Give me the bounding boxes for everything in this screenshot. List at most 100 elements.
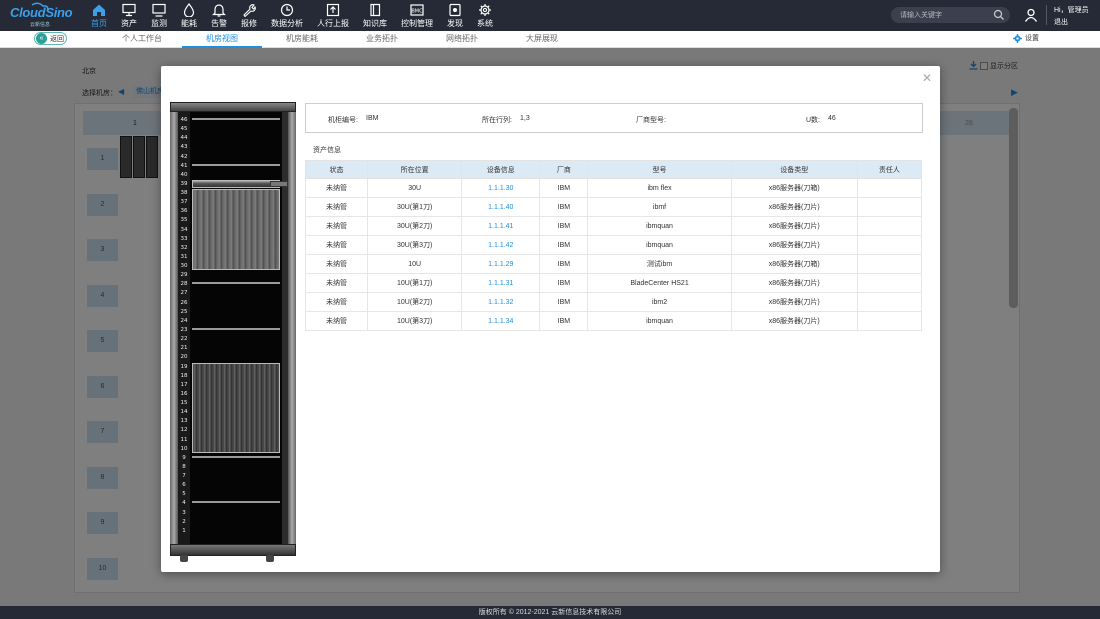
table-column-header[interactable]: 设备信息: [461, 160, 541, 179]
view-tab[interactable]: 业务拓扑: [342, 31, 422, 48]
nav-item[interactable]: 数据分析: [264, 0, 310, 31]
rack-u-label: 34: [180, 226, 188, 233]
search-icon[interactable]: [993, 9, 1005, 21]
nav-item[interactable]: 告警: [204, 0, 234, 31]
rack-top: [170, 102, 296, 112]
nav-item[interactable]: 知识库: [356, 0, 394, 31]
device-ip-link[interactable]: 1.1.1.31: [461, 273, 541, 293]
copyright-text: 版权所有 © 2012-2021 云新信息技术有限公司: [478, 609, 622, 616]
view-tab[interactable]: 机房视图: [182, 31, 262, 48]
table-column-header[interactable]: 责任人: [856, 160, 923, 179]
search-input[interactable]: [900, 9, 990, 21]
rack-u-label: 31: [180, 253, 188, 260]
rack-u-label: 37: [180, 199, 188, 206]
table-cell: ibmquan: [587, 235, 732, 255]
rack-u-label: 38: [180, 190, 188, 197]
settings-button[interactable]: 设置: [1013, 33, 1039, 43]
rack-device[interactable]: [192, 189, 280, 271]
table-row[interactable]: 未纳管 30U 1.1.1.30 IBM ibm flex x86服务器(刀箱): [304, 178, 923, 198]
table-cell: [856, 292, 923, 312]
global-search: [891, 7, 1010, 23]
nav-item[interactable]: 系统: [470, 0, 500, 31]
user-icon[interactable]: [1024, 8, 1038, 22]
rack-u-label: 10: [180, 445, 188, 452]
table-cell: 10U(第3刀): [367, 311, 463, 331]
nav-item[interactable]: 监测: [144, 0, 174, 31]
back-button[interactable]: « 返回: [34, 32, 67, 45]
table-cell: 10U(第1刀): [367, 273, 463, 293]
rack-u-label: 20: [180, 354, 188, 361]
view-tab[interactable]: 机房能耗: [262, 31, 342, 48]
table-column-header[interactable]: 厂商: [539, 160, 589, 179]
table-cell: ibm flex: [587, 178, 732, 198]
app-logo[interactable]: CloudSino 云新信息: [10, 2, 74, 29]
rack-side-left: [170, 112, 178, 544]
asset-table: 状态 所在位置 设备信息 厂商 型号 设备类型 责任人 未纳管 30U 1.1.1.30 IBM i…: [304, 160, 923, 331]
nav-item-label: 发现: [447, 19, 463, 28]
view-tab[interactable]: 大屏展现: [502, 31, 582, 48]
rack-shelf: [192, 118, 280, 120]
view-tab[interactable]: 个人工作台: [102, 31, 182, 48]
nav-item[interactable]: BMC 控制管理: [394, 0, 440, 31]
table-column-header[interactable]: 所在位置: [367, 160, 463, 179]
device-ip-link[interactable]: 1.1.1.40: [461, 197, 541, 217]
logout-link[interactable]: 退出: [1054, 17, 1068, 27]
device-ip-link[interactable]: 1.1.1.30: [461, 178, 541, 198]
table-cell: 10U: [367, 254, 463, 274]
device-ip-link[interactable]: 1.1.1.29: [461, 254, 541, 274]
table-cell: 未纳管: [304, 254, 369, 274]
rack-u-label: 15: [180, 400, 188, 407]
table-cell: 未纳管: [304, 273, 369, 293]
table-row[interactable]: 未纳管 30U(第2刀) 1.1.1.41 IBM ibmquan x86服务器(刀片): [304, 216, 923, 236]
control-panel-icon: BMC: [410, 3, 424, 17]
close-icon[interactable]: ✕: [920, 71, 934, 85]
table-column-header[interactable]: 型号: [587, 160, 732, 179]
rack-wheel: [180, 555, 188, 562]
rack-device[interactable]: [192, 179, 280, 189]
rack-u-label: 9: [182, 454, 186, 461]
row-col-label: 所在行列:: [482, 117, 512, 124]
view-tabs: 个人工作台 机房视图 机房能耗 业务拓扑 网络拓扑 大屏展现: [102, 31, 582, 48]
rack-u-label: 28: [180, 281, 188, 288]
device-ip-link[interactable]: 1.1.1.32: [461, 292, 541, 312]
table-cell: 未纳管: [304, 216, 369, 236]
device-ip-link[interactable]: 1.1.1.41: [461, 216, 541, 236]
rack-u-label: 39: [180, 180, 188, 187]
nav-item[interactable]: 资产: [114, 0, 144, 31]
rack-u-label: 44: [180, 135, 188, 142]
svg-text:BMC: BMC: [411, 9, 423, 15]
u-count-label: U数:: [806, 117, 820, 124]
rack-u-label: 12: [180, 427, 188, 434]
table-row[interactable]: 未纳管 10U(第2刀) 1.1.1.32 IBM ibm2 x86服务器(刀片): [304, 292, 923, 312]
table-cell: 30U(第3刀): [367, 235, 463, 255]
table-column-header[interactable]: 状态: [304, 160, 369, 179]
nav-item[interactable]: 首页: [84, 0, 114, 31]
bell-icon: [212, 3, 226, 17]
nav-item[interactable]: 人行上报: [310, 0, 356, 31]
nav-item[interactable]: 报修: [234, 0, 264, 31]
rack-u-label: 8: [182, 463, 186, 470]
table-row[interactable]: 未纳管 30U(第1刀) 1.1.1.40 IBM ibmf x86服务器(刀片): [304, 197, 923, 217]
table-column-header[interactable]: 设备类型: [730, 160, 858, 179]
table-cell: ibmquan: [587, 216, 732, 236]
nav-item[interactable]: 发现: [440, 0, 470, 31]
rack-shelf: [192, 501, 280, 504]
table-row[interactable]: 未纳管 10U(第3刀) 1.1.1.34 IBM ibmquan x86服务器(刀片): [304, 311, 923, 331]
table-cell: IBM: [539, 178, 589, 198]
rack-shelf: [192, 455, 280, 458]
rack-u-label: 18: [180, 372, 188, 379]
device-ip-link[interactable]: 1.1.1.42: [461, 235, 541, 255]
table-row[interactable]: 未纳管 10U(第1刀) 1.1.1.31 IBM BladeCenter HS21 x8…: [304, 273, 923, 293]
table-row[interactable]: 未纳管 10U 1.1.1.29 IBM 测试ibm x86服务器(刀箱): [304, 254, 923, 274]
energy-drop-icon: [182, 3, 196, 17]
rack-device[interactable]: [192, 362, 280, 453]
nav-item[interactable]: 能耗: [174, 0, 204, 31]
logo-subtitle: 云新信息: [30, 22, 51, 28]
user-divider: [1046, 5, 1047, 25]
rack-u-label: 1: [182, 527, 186, 534]
footer: 版权所有 © 2012-2021 云新信息技术有限公司: [0, 606, 1100, 619]
view-tab[interactable]: 网络拓扑: [422, 31, 502, 48]
table-cell: ibmquan: [587, 311, 732, 331]
device-ip-link[interactable]: 1.1.1.34: [461, 311, 541, 331]
table-row[interactable]: 未纳管 30U(第3刀) 1.1.1.42 IBM ibmquan x86服务器(刀片): [304, 235, 923, 255]
